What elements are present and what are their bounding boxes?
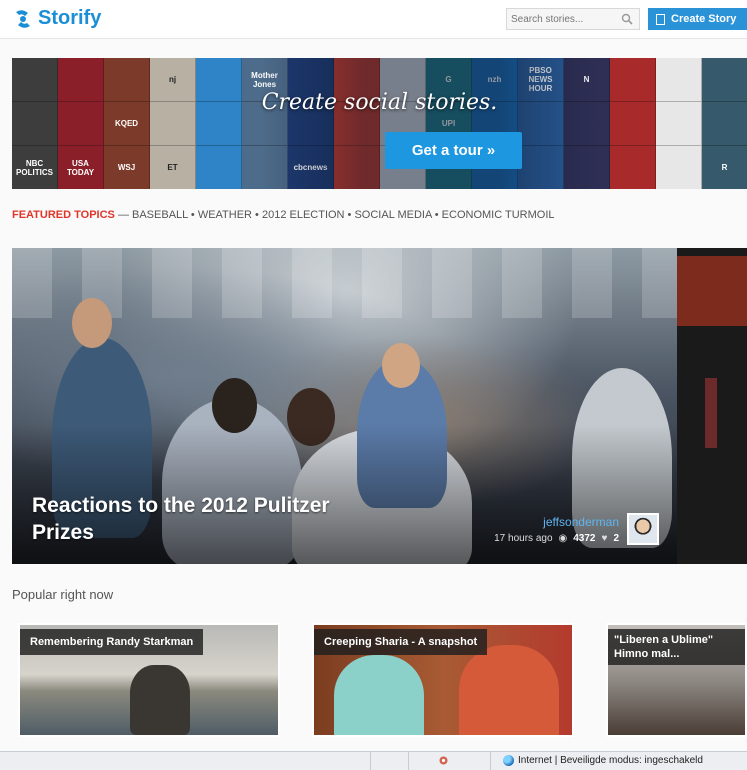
photo-head [72, 298, 112, 348]
source-logo-tile: USA TODAY [58, 146, 104, 189]
featured-topics-label: FEATURED TOPICS [12, 209, 115, 221]
story-meta: 17 hours ago ◉ 4372 ♥ 2 [494, 533, 619, 544]
create-story-label: Create Story [671, 13, 737, 25]
search-icon[interactable] [621, 13, 633, 25]
status-divider [408, 752, 409, 770]
story-card[interactable]: "Liberen a Ublime" Himno mal... [606, 623, 747, 737]
preview-figure [705, 378, 717, 448]
story-time: 17 hours ago [494, 533, 553, 544]
source-logo-tile: R [702, 146, 747, 189]
search-input[interactable] [507, 9, 625, 30]
globe-icon [503, 755, 514, 766]
banner-title: Create social stories. [261, 90, 498, 115]
source-logo-tile: WSJ [104, 146, 150, 189]
security-icon[interactable] [438, 755, 449, 766]
photo-head [382, 343, 420, 388]
card-photo-figure [130, 665, 190, 735]
photo-ceiling-lights [12, 248, 677, 318]
story-author[interactable]: jeffsonderman [543, 515, 619, 529]
story-title[interactable]: Reactions to the 2012 Pulitzer Prizes [32, 492, 352, 546]
create-story-button[interactable]: Create Story [648, 8, 747, 30]
get-tour-button[interactable]: Get a tour » [385, 132, 522, 169]
promo-banner: njMother JonesGnzhPBSO NEWS HOURNKQEDUPI… [12, 58, 747, 189]
eye-icon: ◉ [558, 533, 568, 544]
story-card[interactable]: Creeping Sharia - A snapshot [312, 623, 574, 737]
card-photo-figure [334, 655, 424, 735]
next-story-preview[interactable] [677, 248, 747, 564]
author-avatar[interactable] [627, 513, 659, 545]
security-zone-text[interactable]: Internet | Beveiligde modus: ingeschakel… [518, 755, 703, 766]
source-logo-tile [656, 146, 702, 189]
source-logo-tile [196, 146, 242, 189]
storify-logo[interactable]: Storify [12, 7, 101, 30]
status-divider [490, 752, 491, 770]
logo-text: Storify [38, 7, 102, 29]
featured-story[interactable]: Reactions to the 2012 Pulitzer Prizes je… [12, 248, 677, 564]
story-views: 4372 [573, 533, 596, 544]
source-logo-tile: ET [150, 146, 196, 189]
document-icon [656, 13, 665, 25]
story-card[interactable]: Remembering Randy Starkman [18, 623, 280, 737]
heart-icon: ♥ [601, 533, 608, 544]
banner-overlay [262, 58, 602, 189]
status-divider [370, 752, 371, 770]
story-card-title: Creeping Sharia - A snapshot [314, 629, 488, 655]
story-card-title: "Liberen a Ublime" Himno mal... [608, 629, 745, 665]
search-box[interactable] [506, 8, 640, 30]
preview-photo [677, 256, 747, 326]
browser-status-bar: Internet | Beveiligde modus: ingeschakel… [0, 751, 747, 770]
story-card-title: Remembering Randy Starkman [20, 629, 204, 655]
source-logo-tile: NBC POLITICS [12, 146, 58, 189]
story-likes: 2 [613, 533, 619, 544]
top-bar: Storify Create Story [0, 0, 747, 39]
featured-topics-list[interactable]: — BASEBALL • WEATHER • 2012 ELECTION • S… [118, 209, 555, 221]
featured-topics: FEATURED TOPICS — BASEBALL • WEATHER • 2… [12, 209, 555, 221]
storify-logo-icon [16, 9, 30, 28]
card-photo-figure [459, 645, 559, 735]
source-logo-tile [610, 146, 656, 189]
popular-heading: Popular right now [12, 587, 114, 602]
